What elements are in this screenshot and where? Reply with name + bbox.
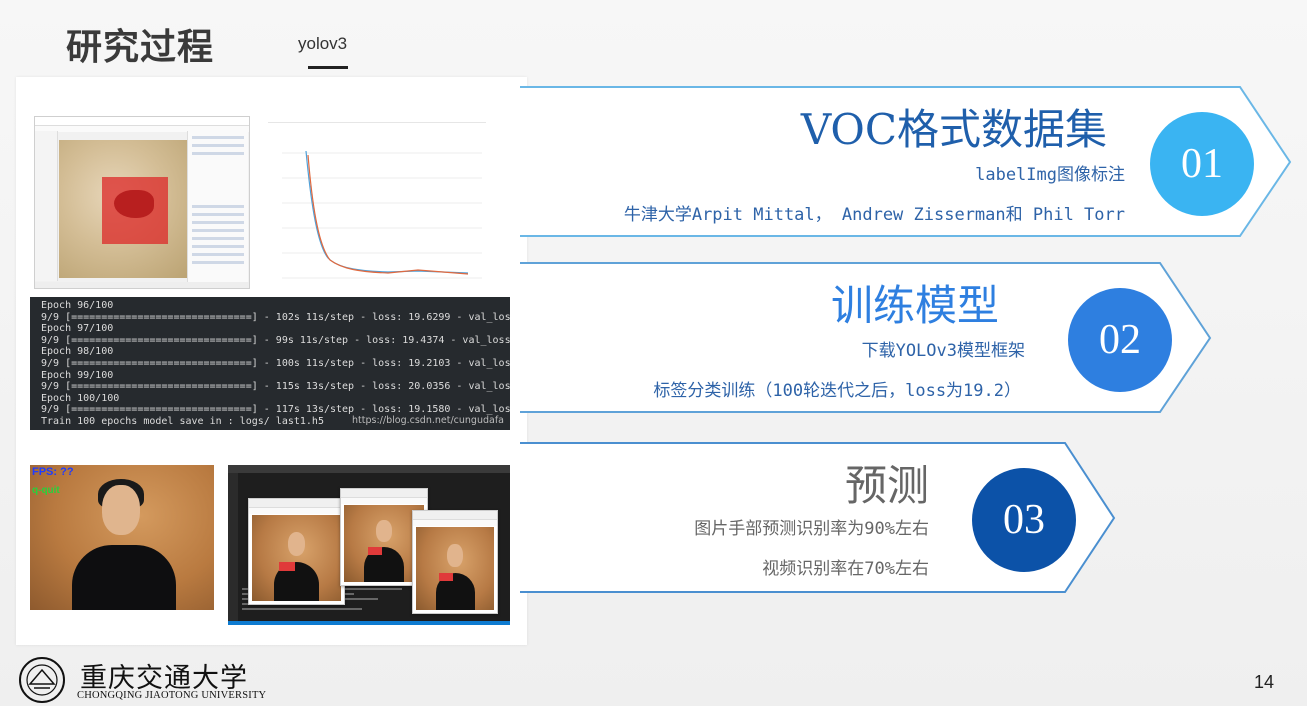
- university-name-en: CHONGQING JIAOTONG UNIVERSITY: [77, 690, 267, 701]
- item-1-number-badge: 01: [1150, 112, 1254, 216]
- item-3-number-badge: 03: [972, 468, 1076, 572]
- tab-underline: [308, 66, 348, 69]
- labelimg-toolbar: [35, 131, 58, 281]
- item-2-line2: 标签分类训练（100轮迭代之后，loss为19.2）: [653, 381, 1021, 401]
- terminal-line: 9/9 [==============================] - 9…: [41, 334, 510, 346]
- quit-label: q-quit: [32, 485, 60, 496]
- detection-photo: FPS: ?? q-quit: [30, 465, 214, 610]
- terminal-line: 9/9 [==============================] - 1…: [41, 311, 510, 323]
- prediction-window-3: [412, 510, 498, 614]
- item-1-heading: VOC格式数据集: [800, 105, 1107, 154]
- bird-image: [59, 140, 197, 278]
- prediction-window-1: [248, 498, 345, 605]
- item-1-line1: labelImg图像标注: [975, 165, 1125, 185]
- university-logo-icon: [19, 657, 65, 703]
- terminal-line: Epoch 96/100: [41, 300, 114, 311]
- item-3-heading: 预测: [844, 461, 929, 510]
- item-3-line2: 视频识别率在70%左右: [762, 559, 929, 579]
- terminal-watermark: https://blog.csdn.net/cungudafa: [352, 415, 504, 427]
- loss-curve: [282, 150, 482, 279]
- fps-label: FPS: ??: [32, 466, 74, 478]
- page-number: 14: [1254, 672, 1275, 692]
- terminal-line: Epoch 99/100: [41, 369, 114, 381]
- training-terminal: Epoch 96/100 9/9 [=======================…: [30, 297, 510, 430]
- terminal-line: Epoch 100/100: [41, 392, 120, 404]
- item-3-line1: 图片手部预测识别率为90%左右: [694, 519, 929, 539]
- item-2-heading: 训练模型: [830, 281, 999, 330]
- terminal-line: 9/9 [==============================] - 1…: [41, 357, 510, 369]
- page-title: 研究过程: [66, 27, 215, 68]
- terminal-line: Epoch 98/100: [41, 346, 114, 358]
- loss-chart-screenshot: [268, 116, 486, 292]
- labelimg-file-list: [187, 131, 248, 283]
- terminal-line: 9/9 [==============================] - 1…: [41, 381, 510, 393]
- item-2-line1: 下载YOLOv3模型框架: [861, 341, 1025, 361]
- item-1-line2: 牛津大学Arpit Mittal， Andrew Zisserman和 Phil…: [623, 205, 1125, 225]
- section-tab[interactable]: yolov3: [298, 34, 347, 54]
- ide-prediction-screenshot: [228, 465, 510, 625]
- item-2-number-badge: 02: [1068, 288, 1172, 392]
- labelimg-window-screenshot: [34, 116, 250, 289]
- terminal-line: 9/9 [==============================] - 1…: [41, 404, 510, 416]
- bird-icon: [114, 190, 154, 218]
- terminal-line: Epoch 97/100: [41, 323, 114, 335]
